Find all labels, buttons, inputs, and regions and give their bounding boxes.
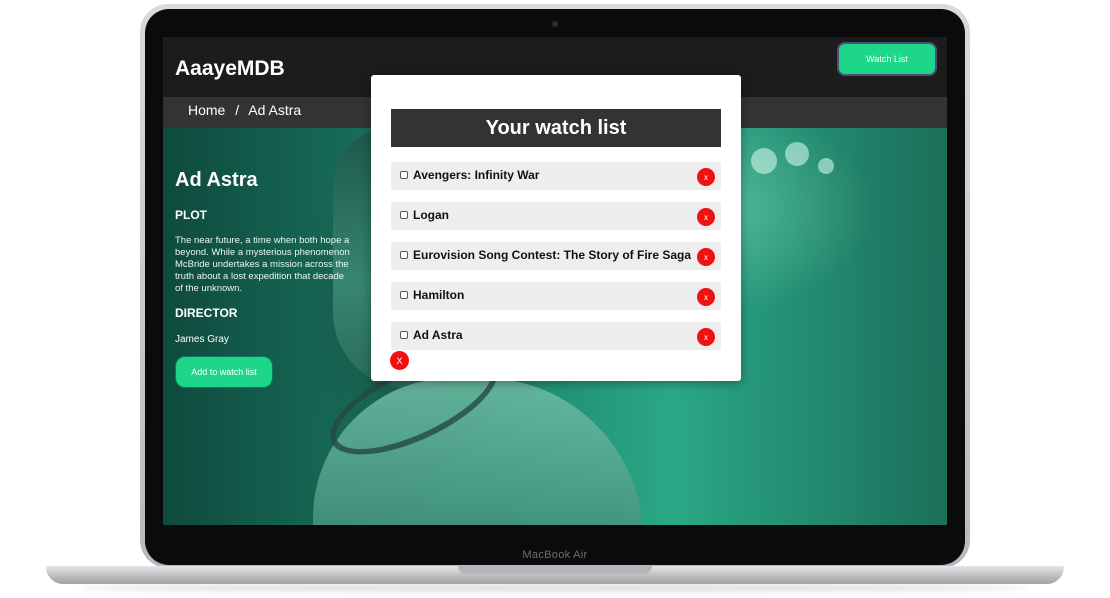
item-checkbox[interactable] <box>400 331 408 339</box>
watch-list-item: Avengers: Infinity War x <box>391 162 721 190</box>
item-checkbox[interactable] <box>400 251 408 259</box>
item-title: Avengers: Infinity War <box>413 168 540 182</box>
director-name: James Gray <box>175 334 229 345</box>
watch-list-item: Ad Astra x <box>391 322 721 350</box>
watch-list-item: Logan x <box>391 202 721 230</box>
remove-item-button[interactable]: x <box>697 288 715 306</box>
add-to-watch-list-button[interactable]: Add to watch list <box>175 356 273 388</box>
item-title: Logan <box>413 208 449 222</box>
item-title: Hamilton <box>413 288 465 302</box>
close-modal-button[interactable]: X <box>390 351 409 370</box>
breadcrumb-trail: Home / Ad Astra <box>188 102 307 118</box>
laptop-notch <box>458 566 652 574</box>
bokeh-light <box>751 148 777 174</box>
breadcrumb-home[interactable]: Home <box>188 102 225 118</box>
plot-heading: PLOT <box>175 208 207 222</box>
bokeh-light <box>785 142 809 166</box>
movie-title: Ad Astra <box>175 169 258 191</box>
watch-list-item: Hamilton x <box>391 282 721 310</box>
watch-list-modal: Your watch list Avengers: Infinity War x… <box>371 75 741 381</box>
item-title: Eurovision Song Contest: The Story of Fi… <box>413 248 692 262</box>
laptop-shadow <box>80 584 1030 592</box>
breadcrumb-separator: / <box>235 102 240 118</box>
director-heading: DIRECTOR <box>175 306 238 320</box>
breadcrumb-current: Ad Astra <box>248 102 302 118</box>
watch-list-button[interactable]: Watch List <box>837 42 937 76</box>
remove-item-button[interactable]: x <box>697 208 715 226</box>
item-checkbox[interactable] <box>400 211 408 219</box>
plot-text: The near future, a time when both hope a… <box>175 235 350 294</box>
camera-icon <box>552 21 558 27</box>
app-logo[interactable]: AaayeMDB <box>175 57 285 81</box>
bokeh-light <box>818 158 834 174</box>
item-checkbox[interactable] <box>400 171 408 179</box>
device-brand-label: MacBook Air <box>522 549 588 561</box>
remove-item-button[interactable]: x <box>697 168 715 186</box>
remove-item-button[interactable]: x <box>697 328 715 346</box>
item-title: Ad Astra <box>413 328 463 342</box>
modal-title: Your watch list <box>391 109 721 147</box>
watch-list-item: Eurovision Song Contest: The Story of Fi… <box>391 242 721 270</box>
item-checkbox[interactable] <box>400 291 408 299</box>
remove-item-button[interactable]: x <box>697 248 715 266</box>
